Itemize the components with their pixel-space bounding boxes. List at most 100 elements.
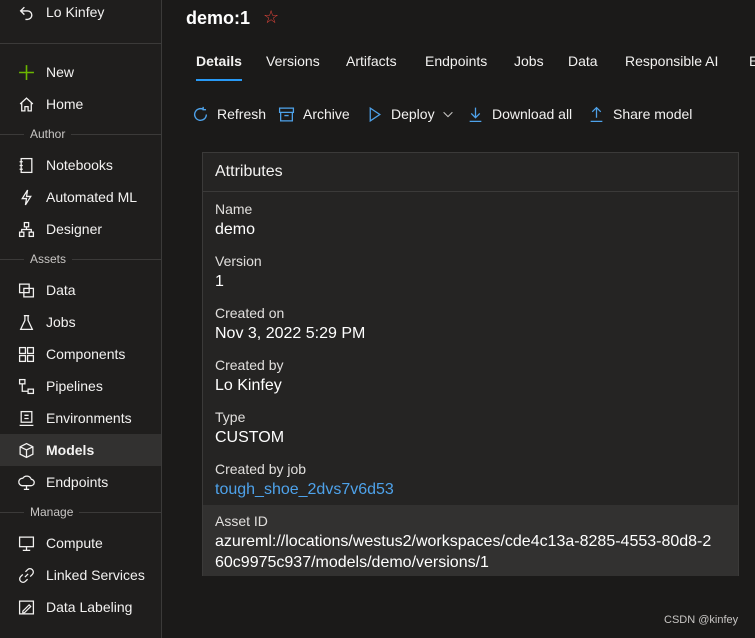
sidebar-divider [0,43,161,44]
refresh-label: Refresh [217,106,267,122]
deploy-label: Deploy [391,106,435,122]
watermark: CSDN @kinfey [664,614,739,626]
tab-versions[interactable]: Versions [266,50,320,82]
attribute-value: Nov 3, 2022 5:29 PM [215,325,366,342]
attribute-value: demo [215,221,256,238]
attribute-label: Name [215,201,253,217]
sidebar-item-label: New [46,64,75,80]
sidebar-item-endpoints[interactable]: Endpoints [0,466,161,498]
sidebar-item-label: Notebooks [46,157,113,173]
sidebar-item-data[interactable]: Data [0,274,161,306]
sidebar-item-label: Endpoints [46,474,109,490]
play-icon [369,106,381,122]
group-title: Assets [30,252,67,266]
designer-icon [18,221,35,238]
group-manage: Manage [0,505,161,519]
tab-endpoints[interactable]: Endpoints [425,50,487,82]
labeling-icon [18,599,35,616]
sidebar-item-jobs[interactable]: Jobs [0,306,161,338]
link-icon [18,567,35,584]
share-model-label: Share model [613,106,693,122]
monitor-icon [18,535,35,552]
tab-details[interactable]: Details [196,50,242,82]
asset-id-value: azureml://locations/westus2/workspaces/c… [215,533,712,571]
attributes-panel: Attributes Name demo Version 1 Created o… [202,152,739,576]
automated-ml-icon [18,189,35,206]
tab-responsible-ai[interactable]: Responsible AI [625,50,718,82]
sidebar-item-label: Data Labeling [46,599,133,615]
attributes-title: Attributes [203,153,738,192]
download-all-label: Download all [492,106,573,122]
tab-data[interactable]: Data [568,50,598,82]
sidebar-item-environments[interactable]: Environments [0,402,161,434]
left-navigation: Lo Kinfey New Home Author Notebooks Auto… [0,0,162,638]
download-icon [469,107,482,122]
archive-button[interactable]: Archive [278,102,350,126]
sidebar-item-automated-ml[interactable]: Automated ML [0,181,161,213]
sidebar-item-label: Linked Services [46,567,145,583]
deploy-button[interactable]: Deploy [366,102,455,126]
sidebar-item-pipelines[interactable]: Pipelines [0,370,161,402]
attribute-created-by: Created by Lo Kinfey [215,355,730,397]
share-icon [590,106,603,122]
tab-artifacts[interactable]: Artifacts [346,50,397,82]
attribute-type: Type CUSTOM [215,407,730,449]
sidebar-item-compute[interactable]: Compute [0,527,161,559]
cube-icon [18,442,35,459]
endpoints-icon [18,474,35,491]
chevron-down-icon [442,111,453,118]
sidebar-item-notebooks[interactable]: Notebooks [0,149,161,181]
pipelines-icon [18,378,35,395]
star-icon[interactable]: ☆ [263,7,279,28]
group-title: Author [30,127,66,141]
sidebar-item-new[interactable]: New [0,56,161,88]
refresh-button[interactable]: Refresh [192,102,266,126]
page-title: demo:1 [186,8,251,28]
sidebar-item-home[interactable]: Home [0,88,161,120]
attribute-name: Name demo [215,199,730,241]
flask-icon [18,314,35,331]
sidebar-item-models[interactable]: Models [0,434,161,466]
sidebar-item-label: Environments [46,410,132,426]
sidebar-item-label: Pipelines [46,378,103,394]
components-icon [18,346,35,363]
data-icon [18,282,35,299]
environments-icon [18,410,35,427]
attribute-label: Version [215,253,262,269]
attribute-created-on: Created on Nov 3, 2022 5:29 PM [215,303,730,345]
attribute-label: Asset ID [215,513,268,529]
sidebar-item-data-labeling[interactable]: Data Labeling [0,591,161,623]
sidebar-item-label: Jobs [46,314,76,330]
back-arrow-icon [18,4,35,21]
sidebar-item-label: Designer [46,221,103,237]
attribute-value: 1 [215,273,224,290]
main-content: demo:1 ☆ Details Versions Artifacts Endp… [162,0,755,638]
home-icon [18,96,35,113]
user-name: Lo Kinfey [46,4,105,20]
archive-icon [278,106,295,122]
archive-label: Archive [303,106,350,122]
attribute-asset-id: Asset ID azureml://locations/westus2/wor… [215,511,730,573]
tab-overflow[interactable]: E [749,50,755,82]
attribute-version: Version 1 [215,251,730,293]
sidebar-item-components[interactable]: Components [0,338,161,370]
sidebar-item-label: Automated ML [46,189,138,205]
job-link[interactable]: tough_shoe_2dvs7v6d53 [215,479,730,501]
sidebar-item-label: Data [46,282,76,298]
download-all-button[interactable]: Download all [467,102,572,126]
attribute-label: Created by job [215,461,307,477]
sidebar-item-designer[interactable]: Designer [0,213,161,245]
plus-icon [18,64,35,81]
sidebar-item-label: Home [46,96,84,112]
sidebar-item-linked-services[interactable]: Linked Services [0,559,161,591]
tab-jobs[interactable]: Jobs [514,50,544,82]
group-author: Author [0,127,161,141]
share-model-button[interactable]: Share model [588,102,692,126]
attribute-label: Type [215,409,246,425]
group-assets: Assets [0,252,161,266]
attribute-label: Created on [215,305,285,321]
attribute-value: Lo Kinfey [215,377,282,394]
user-switch[interactable]: Lo Kinfey [0,0,161,28]
sidebar-item-label: Models [46,442,95,458]
group-title: Manage [30,505,74,519]
